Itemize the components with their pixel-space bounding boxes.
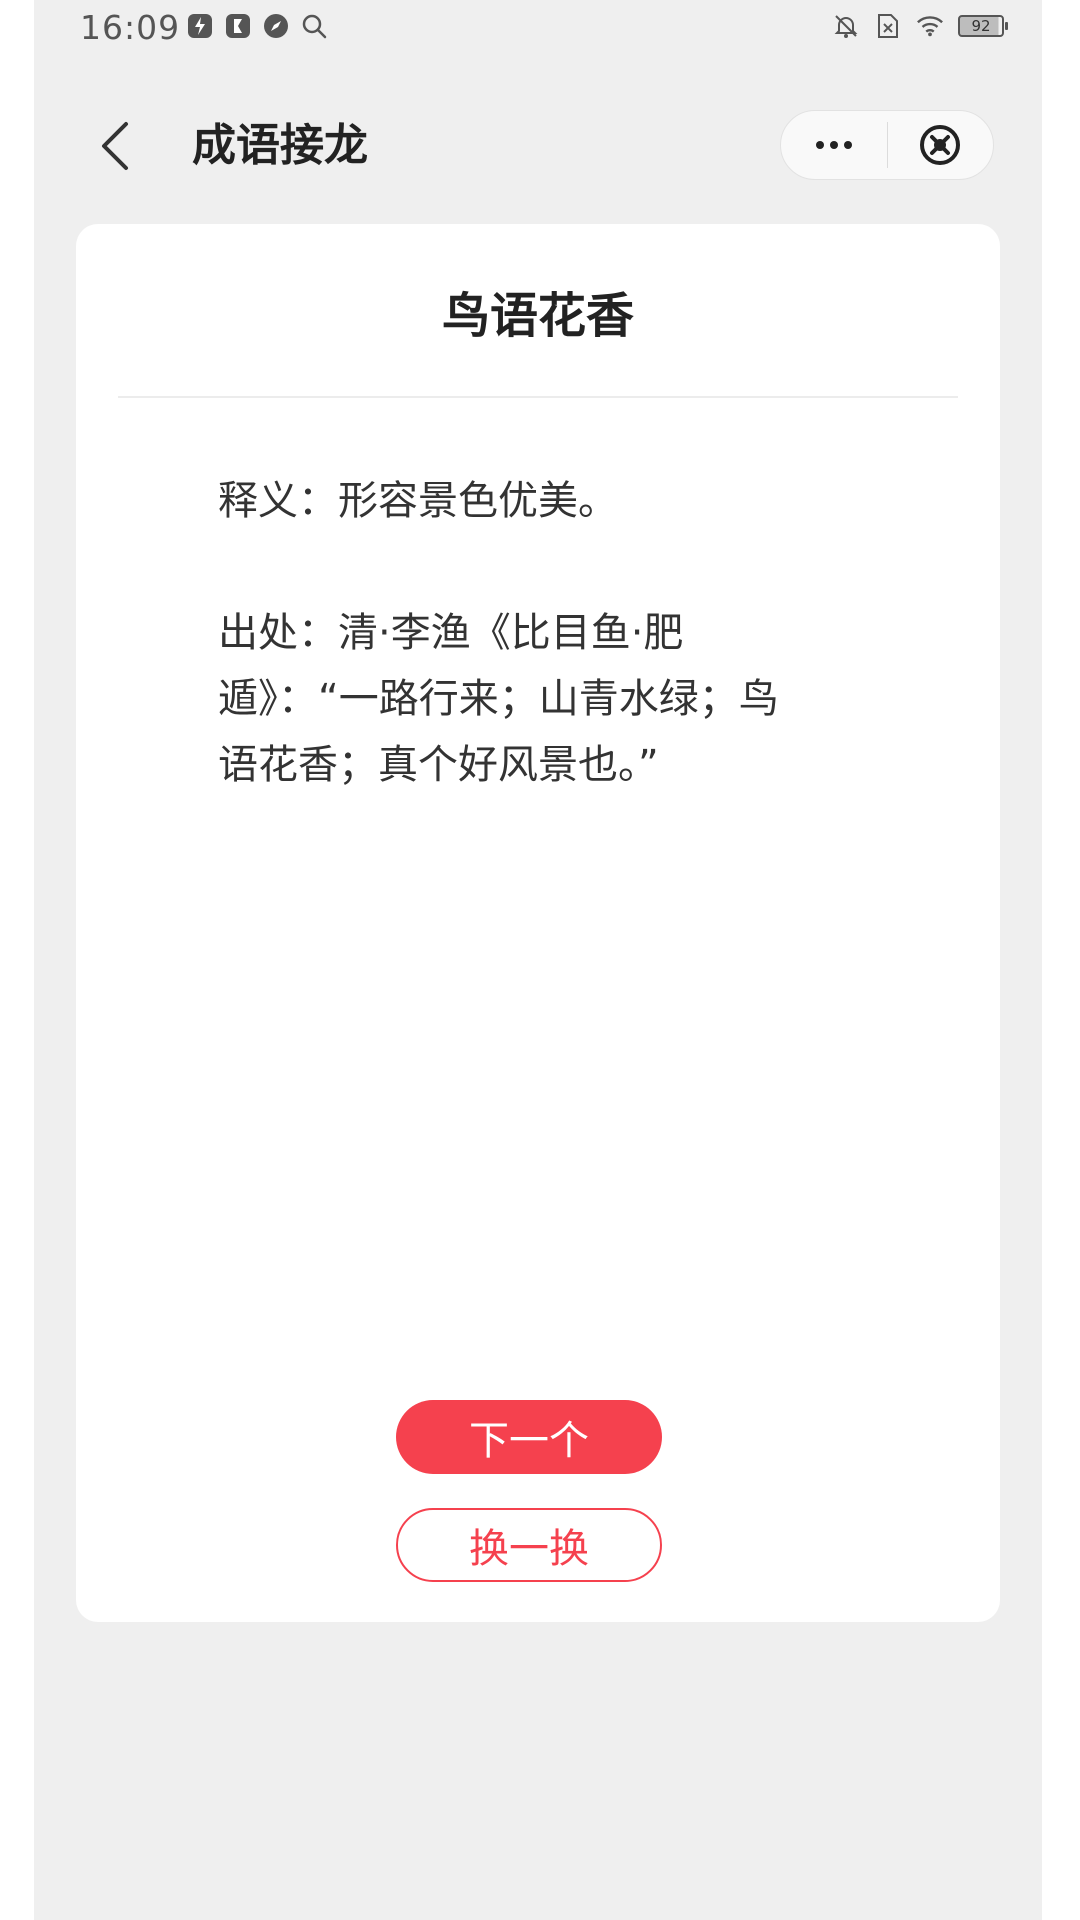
more-dots-icon (815, 141, 852, 149)
mini-program-capsule (780, 110, 994, 180)
bell-off-icon (832, 12, 860, 40)
back-button[interactable] (86, 118, 142, 174)
page-title: 成语接龙 (192, 120, 368, 171)
navigation-bar: 成语接龙 (34, 96, 1042, 196)
close-button[interactable] (888, 111, 994, 179)
compass-app-icon (262, 12, 290, 40)
wifi-icon (916, 12, 944, 40)
card-divider (118, 396, 958, 398)
idiom-card: 鸟语花香 释义：形容景色优美。 出处：清·李渔《比目鱼·肥遁》：“一路行来；山青… (76, 224, 1000, 1622)
sim-none-icon (874, 12, 902, 40)
flash-app-icon (186, 12, 214, 40)
more-button[interactable] (781, 111, 887, 179)
idiom-title: 鸟语花香 (441, 288, 634, 344)
search-icon (300, 12, 328, 40)
close-circle-icon (920, 125, 961, 165)
status-system-icons: 92 (832, 12, 1008, 40)
idiom-source: 出处：清·李渔《比目鱼·肥遁》：“一路行来；山青水绿；鸟语花香；真个好风景也。” (218, 610, 779, 788)
change-button[interactable]: 换一换 (396, 1508, 662, 1582)
battery-icon: 92 (958, 15, 1008, 37)
phone-screen: 16:09 92 成语接龙 鸟语花香 释义：形容景色优美。 出处：清·李渔《比目… (34, 0, 1042, 1920)
status-bar: 16:09 92 (34, 0, 1042, 56)
bookmark-app-icon (224, 12, 252, 40)
idiom-meaning: 释义：形容景色优美。 (218, 478, 618, 524)
next-button[interactable]: 下一个 (396, 1400, 662, 1474)
status-time: 16:09 (80, 8, 181, 47)
status-app-icons (186, 12, 328, 40)
chevron-left-icon (102, 122, 128, 170)
